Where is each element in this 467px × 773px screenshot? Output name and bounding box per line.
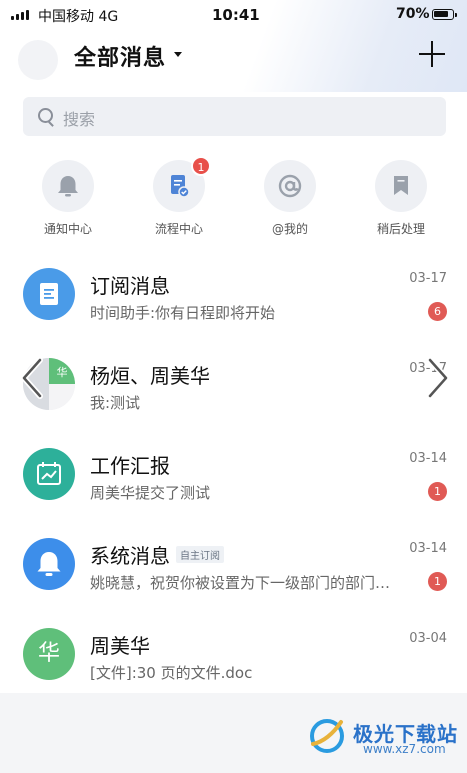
conversation-name: 工作汇报 <box>90 454 170 478</box>
page-title[interactable]: 全部消息 <box>74 40 166 72</box>
workflow-badge: 1 <box>191 156 211 176</box>
list-item[interactable]: 工作汇报 周美华提交了测试 03-14 1 <box>0 436 467 526</box>
conversation-name: 系统消息 自主订阅 <box>90 540 224 569</box>
list-item[interactable]: 订阅消息 时间助手:你有日程即将开始 03-17 6 <box>0 256 467 346</box>
conversation-preview: 周美华提交了测试 <box>90 484 211 502</box>
conversation-name: 周美华 <box>90 634 150 658</box>
unread-badge: 1 <box>428 572 447 591</box>
clock: 10:41 <box>212 6 260 24</box>
quick-workflow-center[interactable]: 1 流程中心 <box>134 156 224 237</box>
conversation-date: 03-14 <box>409 541 447 556</box>
conversation-date: 03-04 <box>409 631 447 646</box>
conversation-name: 订阅消息 <box>90 274 170 298</box>
watermark-logo-icon <box>310 719 344 753</box>
quick-notification-center[interactable]: 通知中心 <box>23 160 113 237</box>
conversation-preview: [文件]:30 页的文件.doc <box>90 664 253 682</box>
conversation-date: 03-14 <box>409 451 447 466</box>
search-input[interactable]: 搜索 <box>23 97 446 136</box>
at-icon <box>264 160 316 212</box>
quick-mentions[interactable]: @我的 <box>245 160 335 237</box>
app-header: 全部消息 <box>0 30 467 85</box>
search-icon <box>38 108 53 123</box>
quick-actions: 通知中心 1 流程中心 @我的 稍后处理 <box>0 156 467 240</box>
bell-icon <box>23 538 75 590</box>
conversation-preview: 姚晓慧，祝贺你被设置为下一级部门的部门… <box>90 574 391 592</box>
unread-badge: 6 <box>428 302 447 321</box>
chevron-left-icon[interactable] <box>16 356 50 400</box>
document-icon <box>23 268 75 320</box>
chevron-right-icon[interactable] <box>420 356 454 400</box>
conversation-name: 杨烜、周美华 <box>90 364 210 388</box>
conversation-date: 03-17 <box>409 271 447 286</box>
report-chart-icon <box>23 448 75 500</box>
watermark: 极光下载站 www.xz7.com <box>305 712 465 762</box>
subscription-tag: 自主订阅 <box>176 546 224 563</box>
signal-icon <box>11 10 29 20</box>
quick-label: @我的 <box>271 222 308 236</box>
watermark-url: www.xz7.com <box>363 742 446 756</box>
quick-later[interactable]: 稍后处理 <box>356 160 446 237</box>
chevron-down-icon[interactable] <box>174 52 182 57</box>
quick-label: 通知中心 <box>43 222 92 236</box>
workflow-icon: 1 <box>153 156 211 212</box>
battery-icon <box>432 9 457 20</box>
list-item[interactable]: 系统消息 自主订阅 姚晓慧，祝贺你被设置为下一级部门的部门… 03-14 1 <box>0 526 467 616</box>
battery-percent: 70% <box>396 6 430 22</box>
carrier-label: 中国移动 4G <box>38 9 119 25</box>
status-bar: 中国移动 4G 10:41 70% <box>0 0 467 30</box>
add-button[interactable] <box>418 40 446 68</box>
conversation-name-text: 系统消息 <box>90 544 170 568</box>
contact-avatar: 华 <box>23 628 75 680</box>
search-placeholder: 搜索 <box>63 110 96 129</box>
conversation-preview: 我:测试 <box>90 394 141 412</box>
user-avatar[interactable] <box>18 40 58 80</box>
quick-label: 流程中心 <box>154 222 203 236</box>
quick-label: 稍后处理 <box>376 222 425 236</box>
bell-icon <box>42 160 94 212</box>
list-item[interactable]: 华 杨烜、周美华 我:测试 03-17 <box>0 346 467 436</box>
bookmark-icon <box>375 160 427 212</box>
conversation-preview: 时间助手:你有日程即将开始 <box>90 304 276 322</box>
unread-badge: 1 <box>428 482 447 501</box>
svg-text:华: 华 <box>57 365 68 379</box>
